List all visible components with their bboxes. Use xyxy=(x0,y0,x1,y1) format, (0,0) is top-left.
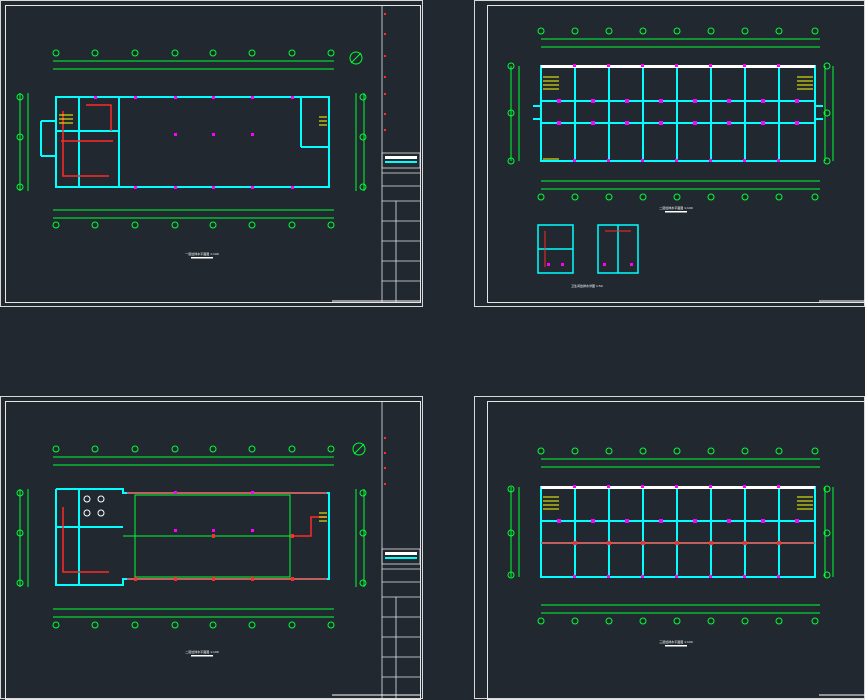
grid-bubbles xyxy=(16,445,367,629)
north-arrow-icon xyxy=(352,442,366,456)
dimension-lines xyxy=(19,456,365,618)
detail-fixtures xyxy=(547,263,633,266)
title-block-bar xyxy=(385,557,417,559)
drawing-sheet-3[interactable]: 二层给排水平面图 1:100 xyxy=(0,396,424,700)
caption-underline xyxy=(665,211,687,213)
grid-bubbles xyxy=(16,49,367,229)
stair-symbols xyxy=(59,114,327,126)
title-block xyxy=(381,5,421,303)
sheet-caption: 三层给排水平面图 1:100 xyxy=(659,639,693,644)
caption-underline xyxy=(191,257,213,259)
drawing-sheet-1[interactable]: 一层给排水平面图 1:100 xyxy=(0,0,423,307)
title-block-bar xyxy=(385,161,417,163)
detail-caption: 卫生间给排水详图 1:50 xyxy=(571,283,603,288)
north-arrow-icon xyxy=(349,51,363,65)
title-block-logo xyxy=(385,552,417,555)
dimension-lines xyxy=(19,60,365,219)
building-walls xyxy=(540,486,816,578)
water-pipes xyxy=(61,104,113,177)
sheet-caption: 二层给排水平面图 1:100 xyxy=(659,205,693,210)
sheet-caption: 二层给排水平面图 1:100 xyxy=(185,649,219,654)
sheet-caption: 一层给排水平面图 1:100 xyxy=(185,251,219,256)
restroom-fixtures xyxy=(83,495,105,517)
floor-plan-2[interactable]: 卫生间给排水详图 1:50 二层给排水平面图 1:100 xyxy=(475,1,865,308)
revision-marks xyxy=(384,437,386,485)
caption-underline xyxy=(665,645,687,647)
columns xyxy=(94,96,294,189)
toilet-detail-plans xyxy=(537,224,639,274)
caption-underline xyxy=(191,655,213,657)
fixtures xyxy=(134,534,294,581)
drawing-sheet-2[interactable]: 卫生间给排水详图 1:50 二层给排水平面图 1:100 xyxy=(474,0,865,307)
building-walls xyxy=(55,488,330,586)
title-block-logo xyxy=(385,156,417,159)
revision-marks xyxy=(384,13,386,131)
grid-bubbles xyxy=(507,27,831,201)
floor-plan-3[interactable]: 二层给排水平面图 1:100 xyxy=(1,397,424,700)
dimension-lines xyxy=(510,38,834,190)
floor-plan-1[interactable]: 一层给排水平面图 1:100 xyxy=(1,1,424,308)
building-walls xyxy=(40,96,330,188)
dimension-lines xyxy=(510,458,834,614)
grid-bubbles xyxy=(507,447,831,625)
floor-plan-4[interactable]: 三层给排水平面图 1:100 xyxy=(475,397,865,700)
drawing-sheet-4[interactable]: 三层给排水平面图 1:100 xyxy=(474,396,865,700)
title-block xyxy=(381,401,421,700)
stair-symbols xyxy=(319,512,327,522)
columns xyxy=(174,491,254,532)
building-walls xyxy=(533,65,823,162)
